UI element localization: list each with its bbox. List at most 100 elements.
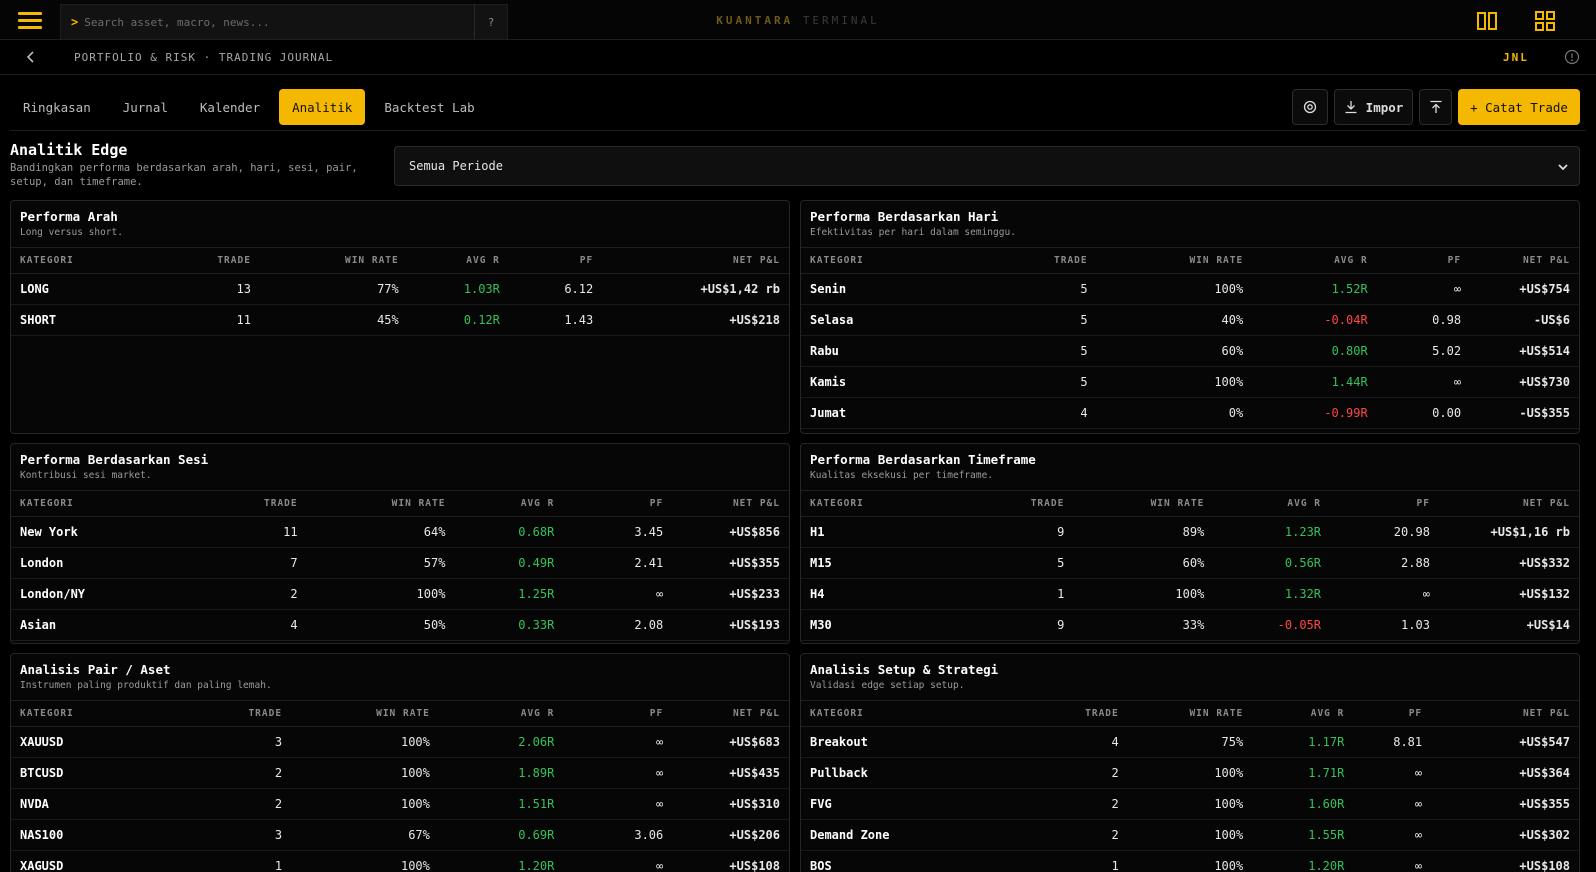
column-header-profit-factor[interactable]: PF (563, 490, 673, 517)
table-row[interactable]: Demand Zone 2 100% 1.55R ∞ +US$302 (801, 819, 1579, 851)
table-row[interactable]: Rabu 5 60% 0.80R 5.02 +US$514 (801, 335, 1579, 367)
table-row[interactable]: Breakout 4 75% 1.17R 8.81 +US$547 (801, 726, 1579, 758)
column-header-avg-r[interactable]: AVG R (1252, 247, 1377, 274)
column-header-profit-factor[interactable]: PF (563, 700, 673, 727)
panel-session: Performa Berdasarkan Sesi Kontribusi sesi… (10, 443, 790, 644)
table-row[interactable]: M15 5 60% 0.56R 2.88 +US$332 (801, 547, 1579, 579)
cell-net-pnl: +US$332 (1438, 547, 1579, 579)
column-header-net-pnl[interactable]: NET P&L (602, 247, 789, 274)
tab-jurnal[interactable]: Jurnal (110, 89, 181, 125)
cell-win-rate: 100% (291, 850, 439, 872)
column-header-net-pnl[interactable]: NET P&L (672, 700, 789, 727)
table-row[interactable]: M30 9 33% -0.05R 1.03 +US$14 (801, 609, 1579, 641)
table-row[interactable]: BTCUSD 2 100% 1.89R ∞ +US$435 (11, 757, 789, 789)
cell-avg-r: -0.05R (1213, 609, 1331, 641)
table-row[interactable]: NAS100 3 67% 0.69R 3.06 +US$206 (11, 819, 789, 851)
tab-backtest-lab[interactable]: Backtest Lab (371, 89, 487, 125)
panel-day: Performa Berdasarkan Hari Efektivitas per… (800, 200, 1580, 434)
column-header-avg-r[interactable]: AVG R (454, 490, 564, 517)
column-header-win-rate[interactable]: WIN RATE (1073, 490, 1214, 517)
column-header-trades[interactable]: TRADE (987, 490, 1074, 517)
column-header-category[interactable]: KATEGORI (11, 700, 175, 727)
column-header-trades[interactable]: TRADE (174, 700, 292, 727)
column-header-avg-r[interactable]: AVG R (1213, 490, 1331, 517)
cell-avg-r: 1.89R (438, 757, 564, 789)
column-header-profit-factor[interactable]: PF (508, 247, 603, 274)
column-header-avg-r[interactable]: AVG R (1252, 700, 1354, 727)
cell-win-rate: 67% (291, 819, 439, 851)
table-row[interactable]: H4 1 100% 1.32R ∞ +US$132 (801, 578, 1579, 610)
import-button[interactable]: Impor (1334, 89, 1413, 125)
export-button[interactable] (1419, 89, 1452, 125)
column-header-avg-r[interactable]: AVG R (438, 700, 564, 727)
table-row[interactable]: Pullback 2 100% 1.71R ∞ +US$364 (801, 757, 1579, 789)
column-header-win-rate[interactable]: WIN RATE (291, 700, 439, 727)
table-row[interactable]: Senin 5 100% 1.52R ∞ +US$754 (801, 273, 1579, 305)
split-view-icon[interactable] (1476, 10, 1498, 32)
table-row[interactable]: XAGUSD 1 100% 1.20R ∞ +US$108 (11, 850, 789, 872)
column-header-net-pnl[interactable]: NET P&L (672, 490, 789, 517)
cell-category: BOS (801, 850, 1050, 872)
table-row[interactable]: Asian 4 50% 0.33R 2.08 +US$193 (11, 609, 789, 641)
column-header-category[interactable]: KATEGORI (801, 247, 1012, 274)
chevron-down-icon (1558, 164, 1568, 171)
column-header-category[interactable]: KATEGORI (11, 247, 159, 274)
cell-category: Demand Zone (801, 819, 1050, 851)
column-header-category[interactable]: KATEGORI (801, 700, 1050, 727)
grid-view-icon[interactable] (1534, 10, 1556, 32)
column-header-win-rate[interactable]: WIN RATE (1127, 700, 1253, 727)
period-select[interactable]: Semua Periode (394, 146, 1580, 186)
column-header-trades[interactable]: TRADE (158, 247, 260, 274)
tab-ringkasan[interactable]: Ringkasan (10, 89, 104, 125)
column-header-profit-factor[interactable]: PF (1330, 490, 1439, 517)
cell-trades: 4 (174, 609, 307, 641)
table-row[interactable]: H1 9 89% 1.23R 20.98 +US$1,16 rb (801, 516, 1579, 548)
table-row[interactable]: NVDA 2 100% 1.51R ∞ +US$310 (11, 788, 789, 820)
table-row[interactable]: LONG 13 77% 1.03R 6.12 +US$1,42 rb (11, 273, 789, 305)
column-header-category[interactable]: KATEGORI (801, 490, 988, 517)
table-row[interactable]: Kamis 5 100% 1.44R ∞ +US$730 (801, 366, 1579, 398)
cell-profit-factor: ∞ (1376, 273, 1471, 305)
table-row[interactable]: SHORT 11 45% 0.12R 1.43 +US$218 (11, 304, 789, 336)
cell-trades: 5 (987, 547, 1074, 579)
column-header-avg-r[interactable]: AVG R (407, 247, 509, 274)
column-header-trades[interactable]: TRADE (174, 490, 307, 517)
cell-net-pnl: -US$355 (1470, 397, 1579, 429)
settings-button[interactable] (1292, 89, 1328, 125)
table-row[interactable]: XAUUSD 3 100% 2.06R ∞ +US$683 (11, 726, 789, 758)
cell-category: LONG (11, 273, 159, 305)
column-header-net-pnl[interactable]: NET P&L (1431, 700, 1579, 727)
info-icon[interactable] (1564, 49, 1580, 65)
column-header-net-pnl[interactable]: NET P&L (1438, 490, 1579, 517)
table-row[interactable]: FVG 2 100% 1.60R ∞ +US$355 (801, 788, 1579, 820)
column-header-trades[interactable]: TRADE (1011, 247, 1097, 274)
cell-category: BTCUSD (11, 757, 175, 789)
cell-profit-factor: 0.00 (1376, 397, 1471, 429)
table-row[interactable]: Jumat 4 0% -0.99R 0.00 -US$355 (801, 397, 1579, 429)
table-row[interactable]: London 7 57% 0.49R 2.41 +US$355 (11, 547, 789, 579)
table-row[interactable]: BOS 1 100% 1.20R ∞ +US$108 (801, 850, 1579, 872)
column-header-category[interactable]: KATEGORI (11, 490, 175, 517)
column-header-win-rate[interactable]: WIN RATE (306, 490, 455, 517)
column-header-profit-factor[interactable]: PF (1376, 247, 1471, 274)
cell-profit-factor: 3.45 (563, 516, 673, 548)
column-header-trades[interactable]: TRADE (1049, 700, 1128, 727)
cell-avg-r: 0.49R (454, 547, 564, 579)
add-trade-button[interactable]: + Catat Trade (1458, 89, 1580, 125)
tab-analitik[interactable]: Analitik (279, 89, 366, 125)
cell-trades: 1 (987, 578, 1074, 610)
tab-kalender[interactable]: Kalender (187, 89, 273, 125)
cell-trades: 2 (1049, 819, 1128, 851)
cell-profit-factor: ∞ (563, 726, 673, 758)
cell-avg-r: 1.20R (438, 850, 564, 872)
column-header-win-rate[interactable]: WIN RATE (259, 247, 408, 274)
cell-win-rate: 100% (1127, 819, 1253, 851)
table-row[interactable]: Selasa 5 40% -0.04R 0.98 -US$6 (801, 304, 1579, 336)
table-row[interactable]: London/NY 2 100% 1.25R ∞ +US$233 (11, 578, 789, 610)
column-header-win-rate[interactable]: WIN RATE (1096, 247, 1253, 274)
column-header-net-pnl[interactable]: NET P&L (1470, 247, 1579, 274)
cell-trades: 2 (1049, 788, 1128, 820)
back-arrow-icon[interactable] (24, 50, 38, 64)
column-header-profit-factor[interactable]: PF (1353, 700, 1432, 727)
table-row[interactable]: New York 11 64% 0.68R 3.45 +US$856 (11, 516, 789, 548)
